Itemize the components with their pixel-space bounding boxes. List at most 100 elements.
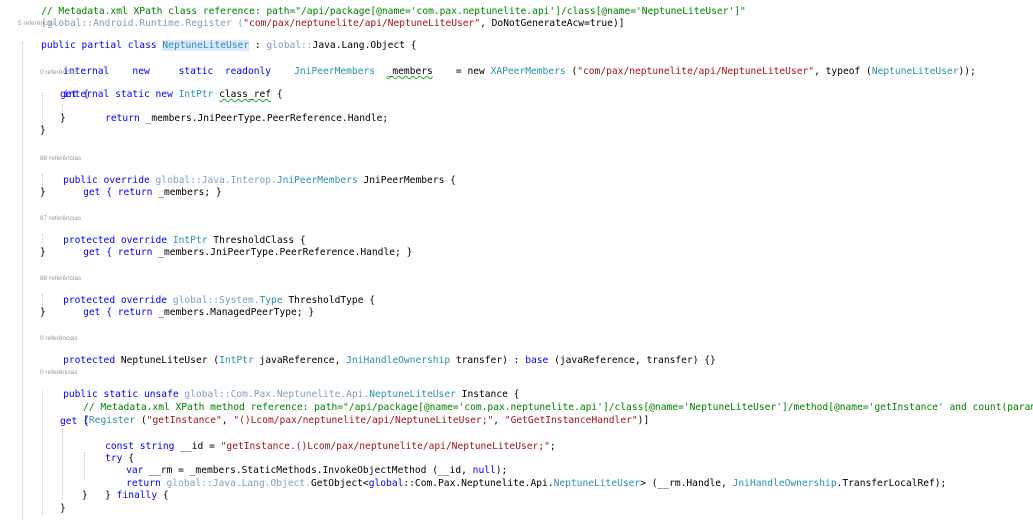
code-line: } <box>40 187 46 199</box>
code-line: protected NeptuneLiteUser (IntPtr javaRe… <box>40 343 716 366</box>
code-line: get { return _members.ManagedPeerType; } <box>60 295 314 318</box>
keyword: global <box>368 478 404 489</box>
codelens-label: 0 referências <box>40 335 78 342</box>
type-name: JniHandleOwnership <box>732 478 837 489</box>
code-text: { <box>271 89 283 100</box>
code-line: [Register ("getInstance", "()Lcom/pax/ne… <box>60 403 649 426</box>
code-text: > (__rm.Handle, <box>640 478 733 489</box>
code-text: _members.JniPeerType.PeerReference.Handl… <box>139 113 389 124</box>
code-text: JniPeerMembers { <box>357 175 456 186</box>
code-text: _members.JniPeerType.PeerReference.Handl… <box>152 247 413 258</box>
type-name: IntPtr <box>219 355 254 366</box>
code-text: NeptuneLiteUser ( <box>115 355 220 366</box>
string-literal: "()Lcom/pax/neptunelite/api/NeptuneLiteU… <box>233 415 494 426</box>
keyword: return <box>105 113 140 124</box>
code-text: (javaReference, transfer) {} <box>548 355 716 366</box>
codelens-label: 88 referências <box>40 275 82 282</box>
code-line: internal static new IntPtr class_ref { <box>40 77 283 100</box>
code-text: transfer) : <box>450 355 526 366</box>
code-text: javaReference, <box>253 355 347 366</box>
keyword: internal new static readonly <box>63 66 295 77</box>
codelens-label: 87 referências <box>40 215 82 222</box>
keyword: protected <box>63 355 116 366</box>
code-line: return global::Java.Lang.Object.GetObjec… <box>103 466 946 489</box>
codelens-references[interactable]: 0 referências <box>40 368 78 377</box>
code-text: ( <box>135 415 147 426</box>
codelens-references[interactable]: 5 referências <box>18 19 56 28</box>
code-line: } <box>40 247 46 259</box>
code-line: get { <box>60 89 89 101</box>
code-text: , <box>493 415 505 426</box>
string-literal: "getInstance.()Lcom/pax/neptunelite/api/… <box>220 441 550 452</box>
class-name-highlight[interactable]: NeptuneLiteUser <box>162 40 250 51</box>
type-name: JniHandleOwnership <box>346 355 451 366</box>
code-line: public partial class NeptuneLiteUser : g… <box>18 28 417 51</box>
code-text: } <box>60 113 66 124</box>
codelens-references[interactable]: 0 referências <box>40 334 78 343</box>
keyword: base <box>525 355 549 366</box>
code-text: } <box>40 247 46 258</box>
code-text: )] <box>637 415 650 426</box>
code-line: } <box>82 490 88 502</box>
codelens-label: 0 referências <box>40 69 78 76</box>
code-text: } <box>40 307 46 318</box>
code-text: } <box>82 490 88 501</box>
field-name: _members <box>386 66 433 77</box>
code-line: } <box>60 503 66 515</box>
code-editor[interactable]: // Metadata.xml XPath class reference: p… <box>0 0 1033 520</box>
codelens-label: 88 referências <box>40 155 82 162</box>
field-name: class_ref <box>219 89 272 100</box>
keyword: return <box>117 187 153 198</box>
codelens-references[interactable]: 87 referências <box>40 214 81 223</box>
code-text: ::Com.Pax.Neptunelite.Api. <box>403 478 554 489</box>
code-text: } <box>60 503 66 514</box>
code-line: protected override global::System.Type T… <box>40 283 375 306</box>
global-qualifier: global::Java.Lang.Object. <box>160 478 311 489</box>
code-text: .TransferLocalRef); <box>836 478 947 489</box>
code-line: public static unsafe global::Com.Pax.Nep… <box>40 377 519 400</box>
attribute-name: Register <box>88 415 136 426</box>
codelens-label: 0 referências <box>40 369 78 376</box>
codelens-references[interactable]: 88 referências <box>40 274 81 283</box>
code-line: get { return _members.JniPeerType.PeerRe… <box>60 235 412 258</box>
code-text: { <box>157 490 169 501</box>
type-name: XAPeerMembers <box>490 66 566 77</box>
type-name: IntPtr <box>178 89 214 100</box>
editor-gutter <box>0 0 8 520</box>
code-text: _members.ManagedPeerType; } <box>152 307 315 318</box>
code-line: try { <box>82 441 134 464</box>
string-literal: "getInstance" <box>146 415 222 426</box>
type-name: NeptuneLiteUser <box>553 478 641 489</box>
code-text: _members; } <box>152 187 222 198</box>
code-text: Java.Lang.Object { <box>312 40 417 51</box>
code-line: internal new static readonly JniPeerMemb… <box>40 54 976 77</box>
codelens-references[interactable]: 88 referências <box>40 154 81 163</box>
code-text: ( <box>565 66 578 77</box>
code-line: const string __id = "getInstance.()Lcom/… <box>82 429 556 452</box>
code-line: public override global::Java.Interop.Jni… <box>40 163 456 186</box>
string-literal: "GetGetInstanceHandler" <box>504 415 638 426</box>
codelens-references[interactable]: 0 referências <box>40 68 78 77</box>
code-line: var __rm = _members.StaticMethods.Invoke… <box>103 453 507 476</box>
code-text: } <box>40 187 46 198</box>
code-line: } finally { <box>82 478 169 501</box>
type-name: JniPeerMembers <box>294 66 376 77</box>
global-qualifier: global:: <box>266 40 313 51</box>
indent-guide <box>22 42 23 520</box>
keyword: finally <box>116 490 158 501</box>
code-text: ; <box>549 441 556 452</box>
code-line: } <box>40 125 46 137</box>
code-text: , <box>221 415 234 426</box>
type-name: NeptuneLiteUser <box>871 66 959 77</box>
code-text: } <box>40 125 46 136</box>
code-line: get { return _members; } <box>60 175 222 198</box>
keyword: get { <box>83 247 118 258</box>
keyword: get { <box>83 187 118 198</box>
keyword: public partial class <box>41 40 163 51</box>
codelens-label: 5 referências <box>18 20 56 27</box>
code-text: , typeof ( <box>814 66 872 77</box>
code-line: protected override IntPtr ThresholdClass… <box>40 223 306 246</box>
string-literal: "com/pax/neptunelite/api/NeptuneLiteUser… <box>577 66 815 77</box>
code-text: , DoNotGenerateAcw=true)] <box>480 18 625 29</box>
code-text: __id = <box>174 441 221 452</box>
